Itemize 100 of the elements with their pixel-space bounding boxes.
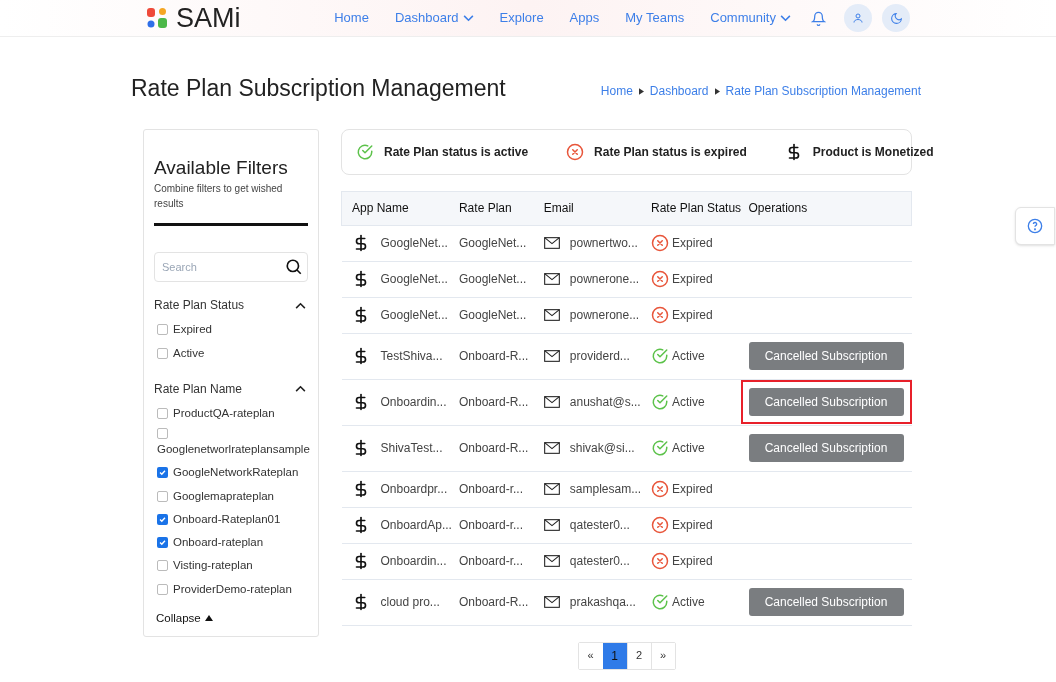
checkbox[interactable] [157,490,168,502]
table-cell-text: anushat@s... [569,394,641,411]
column-header: App Name [341,191,459,225]
page-button[interactable]: 1 [602,642,627,669]
table-cell-text: TestShiva... [380,348,443,365]
status-label: Active [672,440,705,457]
checkbox-label: GoogleNetworkRateplan [173,465,299,481]
breadcrumb-link[interactable]: Dashboard [649,82,709,101]
nav-link[interactable]: Dashboard [394,8,474,28]
check-circle-icon [651,393,670,411]
chevron-up-icon[interactable] [295,301,306,309]
column-header: Rate Plan [458,191,544,225]
bell-icon[interactable] [811,10,826,26]
chevron-down-icon[interactable] [780,14,791,22]
checkbox[interactable] [157,407,168,419]
envelope-icon [543,309,560,321]
checkbox-label: Googlemaprateplan [173,488,274,504]
table-cell: GoogleNet... [458,308,527,322]
checkbox-label: Active [173,345,205,361]
caret-right-icon [714,87,720,95]
search-icon[interactable] [285,258,303,277]
breadcrumb-link[interactable]: Rate Plan Subscription Management [725,82,921,101]
status-label: Expired [672,481,713,498]
x-circle-icon [651,480,670,498]
caret-right-icon [638,87,644,95]
status-label: Active [672,348,705,365]
envelope-icon [543,483,560,495]
envelope-icon [543,555,560,567]
filter-group-title: Rate Plan Name [154,380,243,398]
filters-title: Available Filters [154,155,289,180]
checkbox[interactable] [157,347,168,359]
checkbox[interactable] [157,537,168,549]
filter-group-title: Rate Plan Status [154,297,245,315]
cancelled-subscription-button[interactable]: Cancelled Subscription [748,388,904,416]
checkbox[interactable] [157,583,168,595]
help-icon [1027,218,1043,234]
checkbox[interactable] [157,513,168,525]
user-icon [852,12,864,24]
table-cell-text: prakashqa... [569,594,636,611]
x-circle-icon [566,142,585,161]
nav-link[interactable]: Apps [569,8,600,28]
checkbox-label: ProviderDemo-rateplan [173,581,292,597]
dark-mode-button[interactable] [882,4,910,32]
table-cell: Onboard-r... [458,518,523,532]
x-circle-icon [651,552,670,570]
table-cell-text: qatester0... [569,553,630,570]
checkbox[interactable] [157,560,168,572]
envelope-icon [543,519,560,531]
nav-link[interactable]: My Teams [625,8,685,28]
chevron-down-icon[interactable] [462,14,474,22]
legend-label: Rate Plan status is expired [594,143,747,161]
column-header: Rate Plan Status [651,191,749,225]
envelope-icon [543,350,560,362]
x-circle-icon [651,234,670,252]
nav-link[interactable]: Home [334,8,369,28]
checkbox-label: Visting-rateplan [173,558,253,574]
checkbox[interactable] [157,324,168,336]
checkbox[interactable] [157,428,168,439]
checkbox[interactable] [157,467,168,479]
envelope-icon [543,596,560,608]
table-cell: Onboard-r... [458,482,523,496]
x-circle-icon [651,270,670,288]
collapse-button[interactable]: Collapse [156,609,213,627]
table-cell-text: GoogleNet... [380,235,448,252]
nav-link[interactable]: Community [710,8,791,28]
table-cell-text: pownerone... [569,271,640,288]
column-header: Operations [748,191,912,225]
page-title: Rate Plan Subscription Management [131,74,506,103]
status-label: Expired [672,235,713,252]
search-field[interactable]: Search [154,252,308,283]
cancelled-subscription-button[interactable]: Cancelled Subscription [748,588,904,616]
table-cell: GoogleNet... [458,272,527,286]
breadcrumb-link[interactable]: Home [600,82,633,101]
table-cell-text: providerd... [569,348,630,365]
check-circle-icon [651,593,670,611]
table-cell-text: shivak@si... [569,440,635,457]
brand-name: SAMi [176,4,241,32]
nav-link[interactable]: Explore [499,8,544,28]
moon-icon [889,11,903,25]
status-label: Active [672,394,705,411]
checkbox-label: Onboard-Rateplan01 [173,511,281,527]
checkmark-icon [159,539,166,547]
table-cell: Onboard-r... [458,554,523,568]
status-label: Expired [672,271,713,288]
table-cell-text: cloud pro... [380,594,440,611]
cancelled-subscription-button[interactable]: Cancelled Subscription [748,342,904,370]
checkbox-label: Googlenetworlrateplansample [157,442,308,457]
table-cell: GoogleNet... [458,236,527,250]
checkbox-label: Expired [173,322,212,338]
table-cell-text: qatester0... [569,517,630,534]
profile-button[interactable] [844,4,872,32]
table-cell-text: Onboardpr... [380,481,448,498]
help-button[interactable] [1015,207,1055,245]
table-cell-text: Onboardin... [380,553,447,570]
page-button[interactable]: » [650,642,675,669]
chevron-up-icon[interactable] [295,385,306,393]
cancelled-subscription-button[interactable]: Cancelled Subscription [748,434,904,462]
table-cell: Onboard-R... [458,441,529,455]
legend-label: Rate Plan status is active [384,143,529,161]
status-label: Expired [672,553,713,570]
